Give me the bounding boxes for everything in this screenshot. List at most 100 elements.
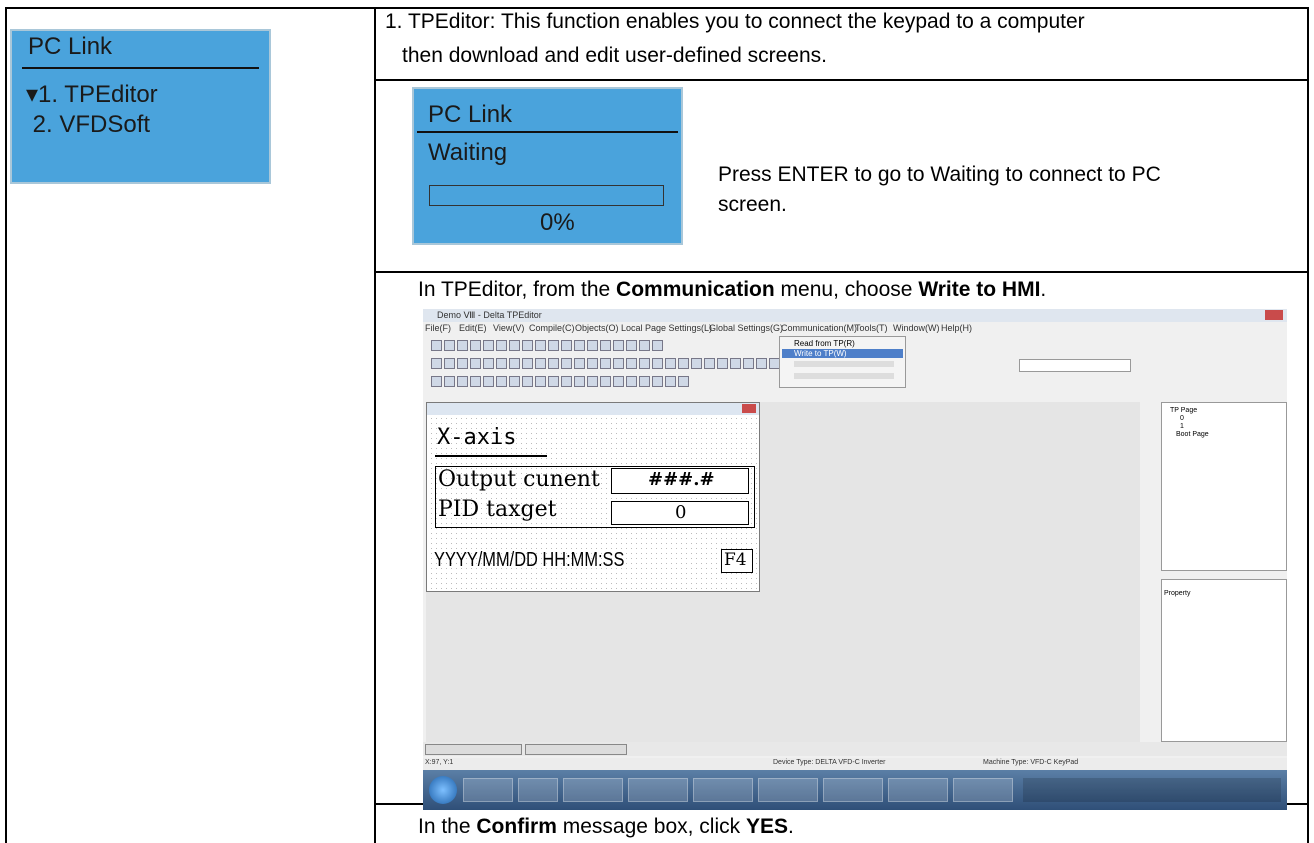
toolbar-tool-icon[interactable]: [587, 358, 598, 369]
taskbar-app[interactable]: [823, 778, 883, 802]
menu-objects[interactable]: Objects(O): [575, 323, 619, 333]
page-tab[interactable]: [425, 744, 522, 755]
toolbar-tool-icon[interactable]: [600, 358, 611, 369]
toolbar-tool-icon[interactable]: [535, 358, 546, 369]
toolbar-tool-icon[interactable]: [509, 358, 520, 369]
toolbar-tool-icon[interactable]: [587, 340, 598, 351]
toolbar-tool-icon[interactable]: [639, 340, 650, 351]
toolbar-tool-icon[interactable]: [613, 358, 624, 369]
taskbar-app[interactable]: [693, 778, 753, 802]
menu-file[interactable]: File(F): [425, 323, 451, 333]
toolbar-tool-icon[interactable]: [743, 358, 754, 369]
label-output-current[interactable]: Output cunent: [438, 467, 600, 492]
toolbar-tool-icon[interactable]: [509, 376, 520, 387]
toolbar-tool-icon[interactable]: [574, 358, 585, 369]
toolbar-tool-icon[interactable]: [444, 358, 455, 369]
toolbar-tool-icon[interactable]: [691, 358, 702, 369]
toolbar-tool-icon[interactable]: [639, 358, 650, 369]
toolbar-tool-icon[interactable]: [548, 340, 559, 351]
toolbar-tool-icon[interactable]: [587, 376, 598, 387]
toolbar-tool-icon[interactable]: [548, 376, 559, 387]
toolbar-tool-icon[interactable]: [496, 376, 507, 387]
toolbar-tool-icon[interactable]: [574, 376, 585, 387]
toolbar-tool-icon[interactable]: [457, 376, 468, 387]
value-box-output-current[interactable]: ###.#: [611, 468, 749, 494]
close-icon[interactable]: [742, 404, 756, 413]
label-pid-target[interactable]: PID taxget: [438, 497, 556, 522]
toolbar-tool-icon[interactable]: [652, 376, 663, 387]
toolbar-tool-icon[interactable]: [652, 340, 663, 351]
toolbar-tool-icon[interactable]: [548, 358, 559, 369]
toolbar-tool-icon[interactable]: [483, 340, 494, 351]
menu-help[interactable]: Help(H): [941, 323, 972, 333]
toolbar-tool-icon[interactable]: [626, 376, 637, 387]
screen-title-xaxis[interactable]: X-axis: [437, 425, 516, 450]
toolbar-tool-icon[interactable]: [457, 358, 468, 369]
toolbar-tool-icon[interactable]: [457, 340, 468, 351]
toolbar-tool-icon[interactable]: [717, 358, 728, 369]
toolbar-tool-icon[interactable]: [470, 358, 481, 369]
toolbar-tool-icon[interactable]: [678, 376, 689, 387]
tree-page-1[interactable]: 1: [1180, 423, 1184, 430]
taskbar-app[interactable]: [758, 778, 818, 802]
menu-view[interactable]: View(V): [493, 323, 524, 333]
system-tray[interactable]: [1023, 778, 1281, 802]
value-box-pid-target[interactable]: 0: [611, 501, 749, 525]
toolbar-tool-icon[interactable]: [522, 376, 533, 387]
toolbar-tool-icon[interactable]: [652, 358, 663, 369]
toolbar-tool-icon[interactable]: [483, 376, 494, 387]
toolbar-tool-icon[interactable]: [561, 358, 572, 369]
taskbar-app[interactable]: [953, 778, 1013, 802]
taskbar-app[interactable]: [518, 778, 558, 802]
menu-read-from-tp[interactable]: Read from TP(R): [794, 339, 855, 348]
toolbar-tool-icon[interactable]: [496, 358, 507, 369]
tree-boot-page[interactable]: Boot Page: [1176, 431, 1209, 438]
toolbar-tool-icon[interactable]: [496, 340, 507, 351]
fkey-button[interactable]: F4: [721, 549, 753, 573]
toolbar-tool-icon[interactable]: [756, 358, 767, 369]
menu-tools[interactable]: Tools(T): [855, 323, 888, 333]
toolbar-tool-icon[interactable]: [535, 340, 546, 351]
tree-page-0[interactable]: 0: [1180, 415, 1184, 422]
toolbar-tool-icon[interactable]: [626, 340, 637, 351]
toolbar-tool-icon[interactable]: [522, 358, 533, 369]
toolbar-tool-icon[interactable]: [561, 340, 572, 351]
datetime-display[interactable]: YYYY/MM/DD HH:MM:SS: [434, 549, 624, 572]
toolbar-tool-icon[interactable]: [613, 376, 624, 387]
toolbar-tool-icon[interactable]: [431, 340, 442, 351]
toolbar-tool-icon[interactable]: [483, 358, 494, 369]
toolbar-tool-icon[interactable]: [730, 358, 741, 369]
menu-edit[interactable]: Edit(E): [459, 323, 487, 333]
taskbar-app[interactable]: [888, 778, 948, 802]
toolbar-tool-icon[interactable]: [431, 358, 442, 369]
toolbar-tool-icon[interactable]: [678, 358, 689, 369]
toolbar-tool-icon[interactable]: [522, 340, 533, 351]
close-icon[interactable]: [1265, 310, 1283, 320]
taskbar-app[interactable]: [563, 778, 623, 802]
toolbar-tool-icon[interactable]: [613, 340, 624, 351]
toolbar-tool-icon[interactable]: [444, 376, 455, 387]
taskbar-app[interactable]: [463, 778, 513, 802]
toolbar-tool-icon[interactable]: [470, 376, 481, 387]
menu-window[interactable]: Window(W): [893, 323, 940, 333]
toolbar-tool-icon[interactable]: [535, 376, 546, 387]
toolbar-tool-icon[interactable]: [704, 358, 715, 369]
menu-compile[interactable]: Compile(C): [529, 323, 575, 333]
toolbar-tool-icon[interactable]: [600, 376, 611, 387]
toolbar-tool-icon[interactable]: [444, 340, 455, 351]
toolbar-tool-icon[interactable]: [574, 340, 585, 351]
toolbar-tool-icon[interactable]: [431, 376, 442, 387]
toolbar-tool-icon[interactable]: [509, 340, 520, 351]
page-tab[interactable]: [525, 744, 627, 755]
toolbar-tool-icon[interactable]: [470, 340, 481, 351]
font-size-input[interactable]: [1019, 359, 1131, 372]
toolbar-tool-icon[interactable]: [639, 376, 650, 387]
menu-communication[interactable]: Communication(M): [781, 323, 857, 333]
toolbar-tool-icon[interactable]: [600, 340, 611, 351]
toolbar-tool-icon[interactable]: [665, 376, 676, 387]
tree-tp-page[interactable]: TP Page: [1170, 407, 1197, 414]
menu-global-settings[interactable]: Global Settings(G): [709, 323, 783, 333]
taskbar-app[interactable]: [628, 778, 688, 802]
menu-write-to-tp[interactable]: Write to TP(W): [782, 349, 903, 358]
window-controls[interactable]: [1241, 310, 1283, 320]
